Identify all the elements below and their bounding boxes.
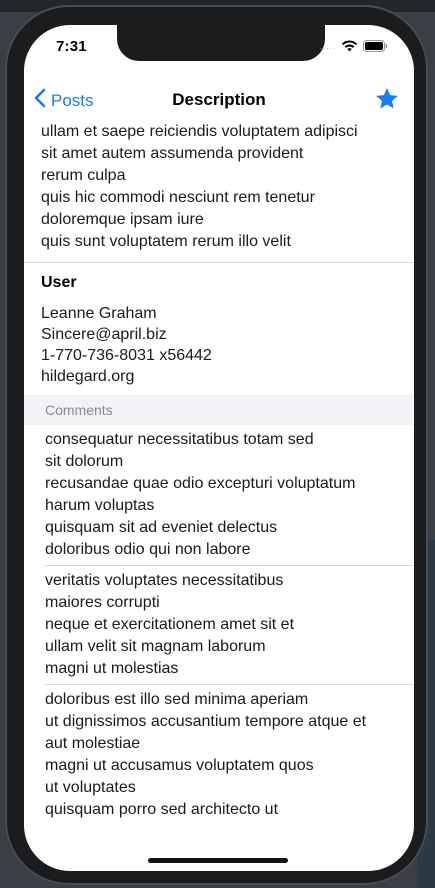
cellular-signal-icon: ..... [319,41,336,51]
post-body-line: sit amet autem assumenda provident [41,145,304,162]
favorite-button[interactable] [374,86,400,117]
comment-line: ullam velit sit magnam laborum [45,638,266,655]
post-body-line: quis sunt voluptatem rerum illo velit [41,233,291,250]
battery-icon [363,40,388,52]
comment-line: doloribus odio qui non labore [45,541,251,558]
comment-line: ut dignissimos accusantium tempore atque… [45,713,367,730]
comment-line: quisquam porro sed architecto ut [45,801,279,818]
comment-line: magni ut molestias [45,660,179,677]
post-body-line: ullam et saepe reiciendis voluptatem adi… [41,123,358,140]
notch [117,25,325,61]
status-time: 7:31 [56,38,87,55]
comment-line: neque et exercitationem amet sit et [45,616,295,633]
comment-item: veritatis voluptates necessitatibus maio… [24,566,414,684]
user-phone[interactable]: 1-770-736-8031 x56442 [41,345,397,366]
user-website[interactable]: hildegard.org [41,366,397,387]
phone-frame: 7:31 ..... Posts Description ullam et sa… [5,5,428,885]
navigation-bar: Posts Description [24,80,414,124]
comment-line: recusandae quae odio excepturi voluptatu… [45,475,356,492]
comment-item: doloribus est illo sed minima aperiam ut… [24,685,414,825]
comment-line: magni ut accusamus voluptatem quos [45,757,314,774]
user-name: Leanne Graham [41,305,157,322]
comment-line: ut voluptates [45,779,136,796]
user-section: User Leanne Graham Sincere@april.biz 1-7… [24,263,414,387]
star-icon [374,87,400,116]
comment-line: aut molestiae [45,735,141,752]
comment-line: quisquam sit ad eveniet delectus [45,519,278,536]
comment-line: maiores corrupti [45,594,160,611]
post-body-line: doloremque ipsam iure [41,211,204,228]
home-indicator[interactable] [148,858,288,863]
user-email[interactable]: Sincere@april.biz [41,324,397,345]
comment-line: doloribus est illo sed minima aperiam [45,691,309,708]
status-icons: ..... [320,40,388,52]
page-title: Description [172,90,266,109]
screen: 7:31 ..... Posts Description ullam et sa… [24,25,414,871]
comments-header: Comments [24,395,414,425]
post-body-line: quis hic commodi nesciunt rem tenetur [41,189,315,206]
comment-line: consequatur necessitatibus totam sed [45,431,314,448]
wifi-icon [341,40,358,52]
user-heading: User [41,274,77,291]
content-scroll[interactable]: ullam et saepe reiciendis voluptatem adi… [24,121,414,825]
post-body: ullam et saepe reiciendis voluptatem adi… [24,121,414,253]
post-body-line: rerum culpa [41,167,126,184]
comment-line: veritatis voluptates necessitatibus [45,572,284,589]
comment-item: consequatur necessitatibus totam sed sit… [24,425,414,565]
comment-line: sit dolorum [45,453,124,470]
comment-line: harum voluptas [45,497,155,514]
